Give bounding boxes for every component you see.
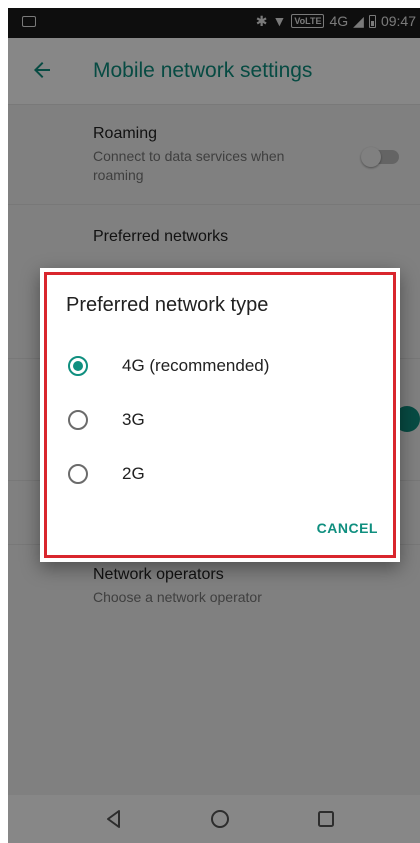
option-4g[interactable]: 4G (recommended) xyxy=(40,342,400,396)
radio-button[interactable] xyxy=(68,464,88,484)
cancel-button[interactable]: CANCEL xyxy=(317,520,378,536)
dialog-title: Preferred network type xyxy=(66,294,269,316)
option-2g[interactable]: 2G xyxy=(40,450,400,504)
radio-button-checked[interactable] xyxy=(68,356,88,376)
option-label: 2G xyxy=(122,464,145,483)
option-label: 3G xyxy=(122,410,145,429)
preferred-network-type-dialog: Preferred network type 4G (recommended) … xyxy=(40,268,400,562)
phone-screen: ✱ ▼ VoLTE 4G ◢ 09:47 Mobile network sett… xyxy=(8,8,420,843)
radio-button[interactable] xyxy=(68,410,88,430)
option-label: 4G (recommended) xyxy=(122,356,270,375)
option-3g[interactable]: 3G xyxy=(40,396,400,450)
